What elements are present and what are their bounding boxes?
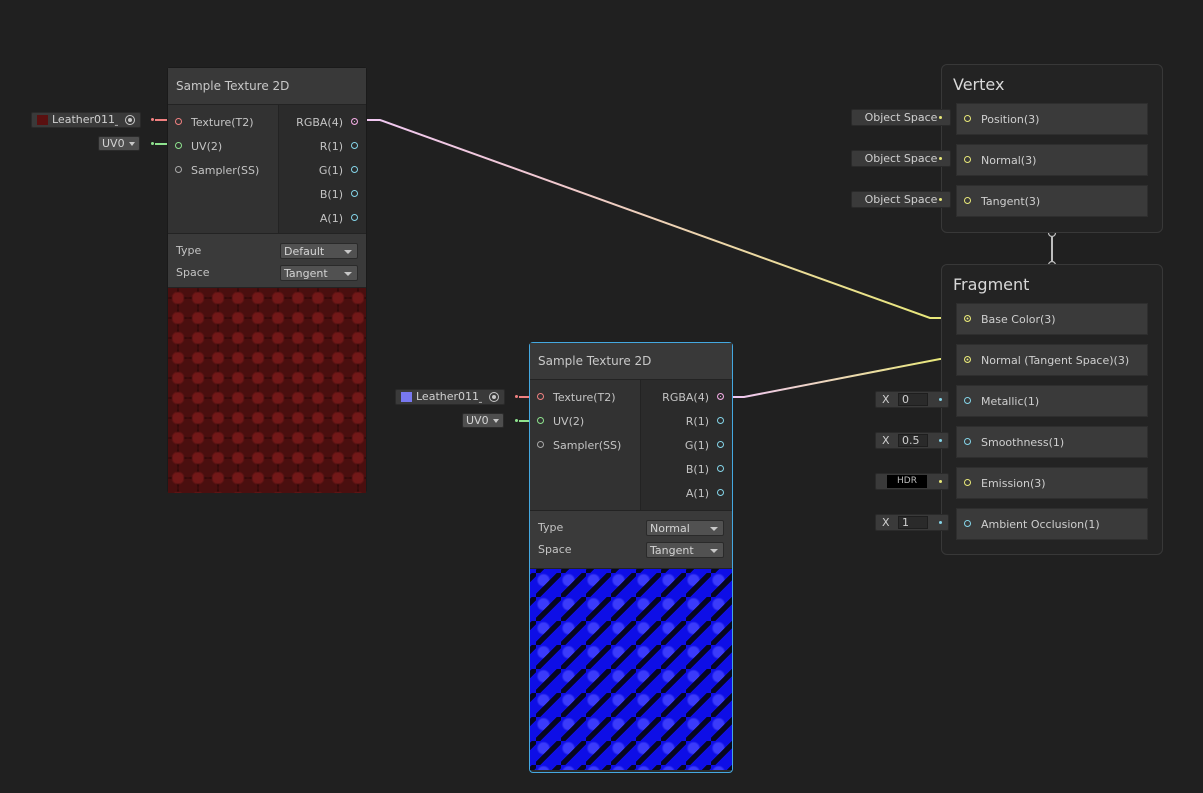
texture-preview	[168, 288, 366, 493]
output-port-a[interactable]: A(1)	[278, 211, 366, 227]
node-title[interactable]: Sample Texture 2D	[168, 68, 366, 105]
sample-texture-node-top[interactable]: Sample Texture 2D Texture(T2) UV(2) Samp…	[167, 67, 367, 493]
block-normal[interactable]: Normal(3)	[956, 144, 1148, 176]
node-settings: Type Normal Space Tangent	[530, 511, 732, 569]
block-position[interactable]: Position(3)	[956, 103, 1148, 135]
emission-color-field[interactable]: HDR	[875, 473, 949, 490]
type-row: Type Normal	[538, 517, 724, 539]
tangent-space-field[interactable]: Object Space	[851, 191, 951, 208]
hdr-color-swatch[interactable]: HDR	[887, 475, 927, 488]
output-port-g[interactable]: G(1)	[640, 438, 732, 454]
texture-field-top[interactable]: Leather011_:	[31, 112, 141, 128]
space-dropdown[interactable]: Tangent	[646, 542, 724, 558]
uv-dropdown[interactable]: UV0	[462, 413, 504, 428]
metallic-value[interactable]: 0	[898, 393, 928, 406]
texture-swatch	[37, 115, 48, 125]
smoothness-input[interactable]: X 0.5	[875, 432, 949, 449]
type-dropdown[interactable]: Default	[280, 243, 358, 259]
type-row: Type Default	[176, 240, 358, 262]
object-picker-icon[interactable]	[125, 115, 135, 125]
texture-swatch	[401, 392, 412, 402]
chevron-down-icon	[493, 419, 499, 423]
fragment-context[interactable]: Fragment Base Color(3) Normal (Tangent S…	[941, 264, 1163, 555]
space-dropdown[interactable]: Tangent	[280, 265, 358, 281]
node-settings: Type Default Space Tangent	[168, 234, 366, 288]
output-port-b[interactable]: B(1)	[640, 462, 732, 478]
uv-dropdown[interactable]: UV0	[98, 136, 140, 151]
block-base-color[interactable]: Base Color(3)	[956, 303, 1148, 335]
position-space-field[interactable]: Object Space	[851, 109, 951, 126]
space-row: Space Tangent	[176, 262, 358, 284]
smoothness-value[interactable]: 0.5	[898, 434, 928, 447]
block-ambient-occlusion[interactable]: Ambient Occlusion(1)	[956, 508, 1148, 540]
chevron-down-icon	[344, 250, 352, 254]
uv-field-top[interactable]: UV0	[82, 136, 162, 152]
block-emission[interactable]: Emission(3)	[956, 467, 1148, 499]
chevron-down-icon	[129, 142, 135, 146]
output-port-rgba[interactable]: RGBA(4)	[640, 390, 732, 406]
occlusion-input[interactable]: X 1	[875, 514, 949, 531]
block-metallic[interactable]: Metallic(1)	[956, 385, 1148, 417]
output-port-rgba[interactable]: RGBA(4)	[278, 115, 366, 131]
output-port-g[interactable]: G(1)	[278, 163, 366, 179]
texture-field-bottom[interactable]: Leather011_:	[395, 389, 505, 405]
chevron-down-icon	[344, 272, 352, 276]
output-port-r[interactable]: R(1)	[640, 414, 732, 430]
output-port-b[interactable]: B(1)	[278, 187, 366, 203]
uv-field-bottom[interactable]: UV0	[446, 413, 526, 429]
vertex-context[interactable]: Vertex Position(3) Normal(3) Tangent(3)	[941, 64, 1163, 233]
sample-texture-node-bottom[interactable]: Sample Texture 2D Texture(T2) UV(2) Samp…	[529, 342, 733, 773]
normal-map-preview	[530, 569, 732, 770]
normal-space-field[interactable]: Object Space	[851, 150, 951, 167]
output-port-a[interactable]: A(1)	[640, 486, 732, 502]
chevron-down-icon	[710, 549, 718, 553]
block-smoothness[interactable]: Smoothness(1)	[956, 426, 1148, 458]
chevron-down-icon	[710, 527, 718, 531]
block-tangent[interactable]: Tangent(3)	[956, 185, 1148, 217]
block-normal-tangent-space[interactable]: Normal (Tangent Space)(3)	[956, 344, 1148, 376]
occlusion-value[interactable]: 1	[898, 516, 928, 529]
vertex-title: Vertex	[953, 75, 1005, 94]
output-port-r[interactable]: R(1)	[278, 139, 366, 155]
object-picker-icon[interactable]	[489, 392, 499, 402]
node-title[interactable]: Sample Texture 2D	[530, 343, 732, 380]
metallic-input[interactable]: X 0	[875, 391, 949, 408]
fragment-title: Fragment	[953, 275, 1030, 294]
space-row: Space Tangent	[538, 539, 724, 561]
type-dropdown[interactable]: Normal	[646, 520, 724, 536]
